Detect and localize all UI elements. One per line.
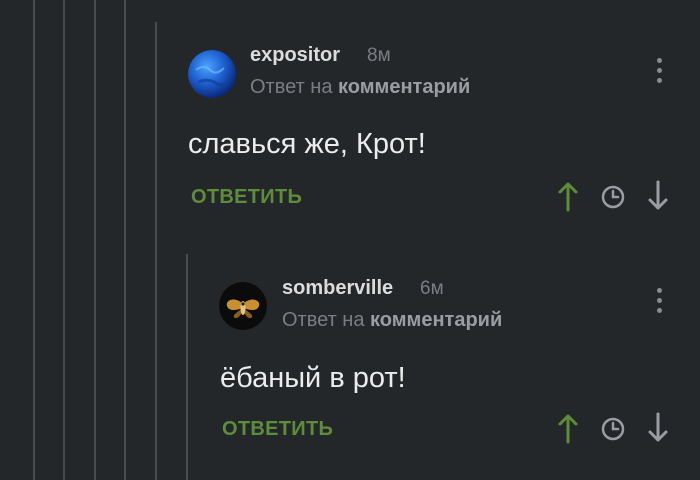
menu-dots-icon[interactable] bbox=[654, 288, 664, 318]
upvote-arrow-icon[interactable] bbox=[556, 180, 580, 217]
avatar[interactable] bbox=[219, 282, 267, 330]
comment-time: 6м bbox=[420, 278, 444, 299]
clock-icon[interactable] bbox=[600, 416, 626, 447]
comment-author[interactable]: expositor bbox=[250, 44, 340, 67]
comment-time: 8м bbox=[367, 45, 391, 66]
upvote-arrow-icon[interactable] bbox=[556, 412, 580, 449]
comment-author[interactable]: somberville bbox=[282, 277, 393, 300]
reply-prefix: Ответ на bbox=[250, 76, 339, 98]
comment: somberville 6м Ответ на комментарий ёбан… bbox=[0, 240, 700, 480]
reply-to-line: Ответ на комментарий bbox=[250, 76, 470, 99]
downvote-arrow-icon[interactable] bbox=[646, 180, 670, 217]
reply-button[interactable]: ОТВЕТИТЬ bbox=[191, 186, 302, 209]
comment: expositor 8м Ответ на комментарий славьс… bbox=[0, 0, 700, 240]
menu-dots-icon[interactable] bbox=[654, 58, 664, 88]
comment-text: ёбаный в рот! bbox=[220, 362, 406, 394]
reply-button[interactable]: ОТВЕТИТЬ bbox=[222, 418, 333, 441]
moth-avatar-icon bbox=[219, 282, 267, 330]
reply-prefix: Ответ на bbox=[282, 309, 371, 331]
reply-target-link[interactable]: комментарий bbox=[338, 76, 470, 98]
blue-planet-avatar-icon bbox=[188, 50, 236, 98]
comment-text: славься же, Крот! bbox=[188, 128, 426, 160]
reply-target-link[interactable]: комментарий bbox=[370, 309, 502, 331]
avatar[interactable] bbox=[188, 50, 236, 98]
downvote-arrow-icon[interactable] bbox=[646, 412, 670, 449]
reply-to-line: Ответ на комментарий bbox=[282, 309, 502, 332]
clock-icon[interactable] bbox=[600, 184, 626, 215]
